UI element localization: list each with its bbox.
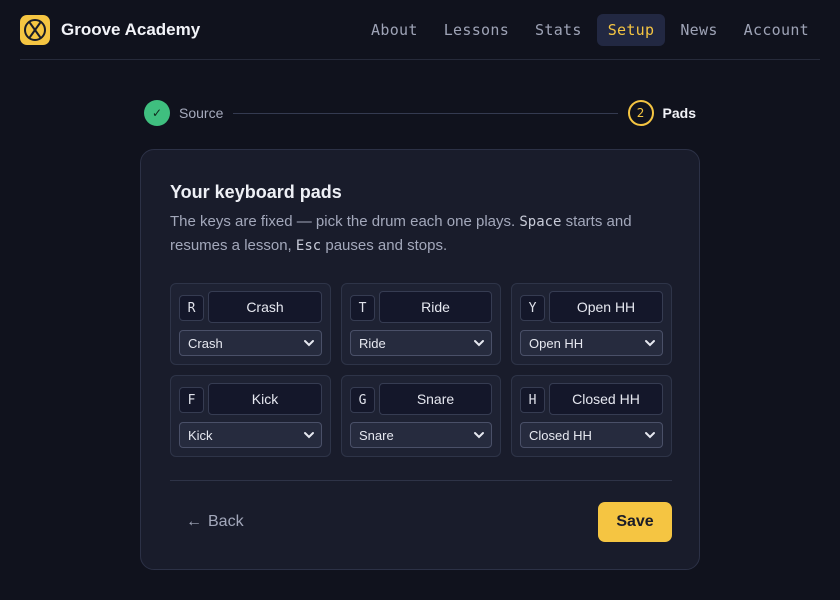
arrow-left-icon: ← [186,513,202,530]
check-icon: ✓ [144,100,170,126]
brand[interactable]: Groove Academy [20,14,201,45]
nav-item-account[interactable]: Account [733,14,820,46]
back-label: Back [208,513,244,530]
pad-name-field[interactable]: Snare [379,383,492,415]
step-connector [233,112,618,114]
pad-g: G Snare Snare [341,375,501,457]
pad-name-field[interactable]: Kick [208,383,322,415]
pad-name-field[interactable]: Closed HH [549,383,663,415]
space-key-label: Space [519,214,562,230]
drum-select[interactable]: Ride [350,330,492,356]
key-badge: Y [520,295,545,321]
chevron-down-icon [304,432,314,439]
key-badge: R [179,295,204,321]
drum-select[interactable]: Open HH [520,330,663,356]
card-title: Your keyboard pads [170,182,342,202]
step-label: Pads [662,105,696,121]
nav-item-setup[interactable]: Setup [596,13,666,46]
drumsticks-cross-icon [20,14,50,45]
esc-key-label: Esc [295,238,322,254]
pad-r: R Crash Crash [170,283,331,365]
key-badge: H [520,387,545,413]
pad-f: F Kick Kick [170,375,331,457]
key-badge: F [179,387,204,413]
drum-select[interactable]: Kick [179,422,322,448]
key-badge: G [350,387,375,413]
step-pads: 2 Pads [627,100,696,126]
pad-t: T Ride Ride [341,283,501,365]
nav-item-lessons[interactable]: Lessons [433,14,520,46]
nav-item-about[interactable]: About [360,14,429,46]
pads-card: Your keyboard pads The keys are fixed — … [140,149,700,570]
chevron-down-icon [474,340,484,347]
step-source[interactable]: ✓ Source [144,100,223,126]
key-badge: T [350,295,375,321]
setup-stepper: ✓ Source 2 Pads [144,100,696,126]
pad-name-field[interactable]: Ride [379,291,492,323]
drum-select[interactable]: Crash [179,330,322,356]
pads-grid: R Crash Crash T Ride Ride Y Open HH Open… [170,283,672,457]
back-button[interactable]: ← Back [186,509,244,535]
drum-select[interactable]: Closed HH [520,422,663,448]
step-label: Source [179,105,224,121]
chevron-down-icon [304,340,314,347]
card-description: The keys are fixed — pick the drum each … [170,213,632,254]
chevron-down-icon [645,340,655,347]
pad-name-field[interactable]: Crash [208,291,322,323]
chevron-down-icon [474,432,484,439]
main-nav: About Lessons Stats Setup News Account [360,13,820,46]
top-bar: Groove Academy About Lessons Stats Setup… [20,0,820,60]
chevron-down-icon [645,432,655,439]
brand-name: Groove Academy [61,19,201,39]
pad-h: H Closed HH Closed HH [511,375,672,457]
save-button[interactable]: Save [598,502,672,542]
pad-y: Y Open HH Open HH [511,283,672,365]
drum-select[interactable]: Snare [350,422,492,448]
pad-name-field[interactable]: Open HH [549,291,663,323]
nav-item-news[interactable]: News [669,14,728,46]
step-number-badge: 2 [627,100,654,126]
nav-item-stats[interactable]: Stats [524,14,593,46]
card-divider [170,480,672,481]
